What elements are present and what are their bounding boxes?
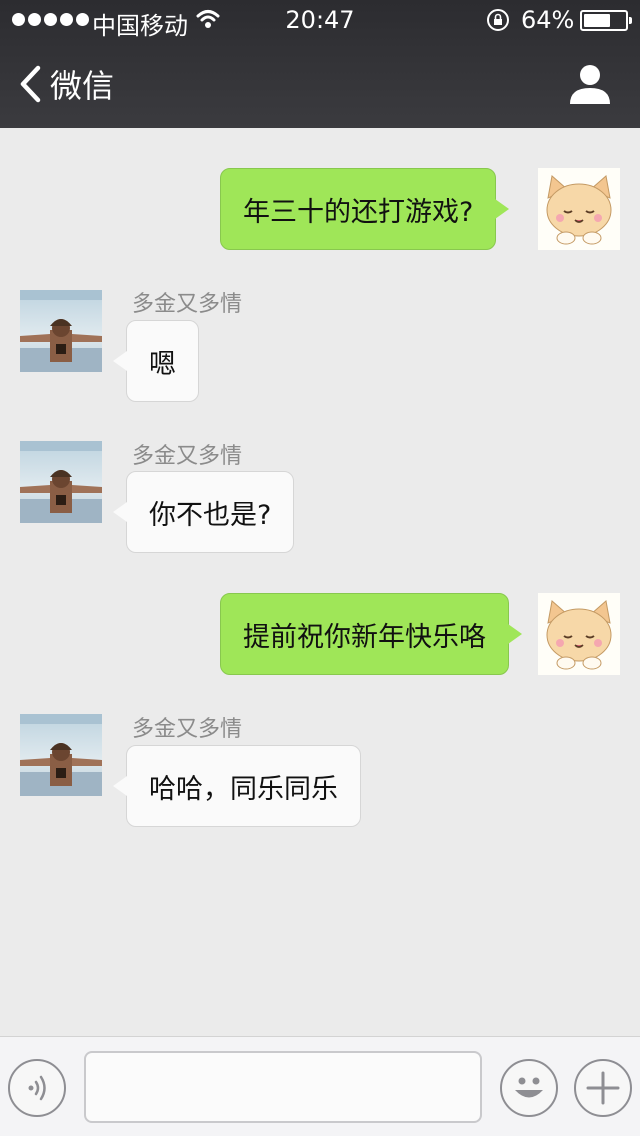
- message-bubble-outgoing[interactable]: 提前祝你新年快乐咯: [220, 593, 522, 675]
- profile-icon[interactable]: [568, 62, 612, 106]
- person-photo-icon: [20, 290, 102, 372]
- rotation-lock-icon: [487, 9, 509, 31]
- voice-icon: [28, 1075, 46, 1101]
- cat-avatar-icon: [546, 600, 612, 670]
- my-avatar[interactable]: [538, 593, 620, 675]
- more-button[interactable]: [574, 1059, 632, 1117]
- message-text: 嗯: [149, 348, 176, 380]
- message-text: 年三十的还打游戏?: [243, 196, 474, 228]
- contact-avatar[interactable]: [20, 714, 102, 796]
- my-avatar[interactable]: [538, 168, 620, 250]
- contact-avatar[interactable]: [20, 441, 102, 523]
- sender-name: 多金又多情: [132, 292, 243, 317]
- back-button[interactable]: 微信: [18, 62, 114, 106]
- message-text: 你不也是?: [149, 499, 272, 531]
- nav-bar: 微信: [0, 40, 640, 128]
- message-text: 哈哈，同乐同乐: [149, 773, 338, 805]
- battery-percent: 64%: [521, 6, 575, 34]
- emoji-icon: [515, 1077, 543, 1098]
- message-input[interactable]: [84, 1051, 482, 1123]
- back-button-label: 微信: [50, 67, 115, 105]
- plus-icon: [586, 1071, 620, 1105]
- battery-icon: [580, 10, 632, 31]
- message-bubble-outgoing[interactable]: 年三十的还打游戏?: [220, 168, 510, 250]
- back-chevron-icon: [20, 65, 41, 103]
- status-bar: 中国移动 20:47 64%: [0, 0, 640, 40]
- chat-area[interactable]: 年三十的还打游戏? 多金又多情 嗯 多金又多情 你不也是? 提前祝你新年快乐咯 …: [0, 128, 640, 1036]
- input-bar: [0, 1036, 640, 1136]
- message-bubble-incoming[interactable]: 你不也是?: [112, 471, 295, 553]
- top-bar: 中国移动 20:47 64% 微信: [0, 0, 640, 128]
- contact-avatar[interactable]: [20, 290, 102, 372]
- sender-name: 多金又多情: [132, 444, 243, 469]
- message-bubble-incoming[interactable]: 嗯: [113, 320, 199, 402]
- person-photo-icon: [20, 441, 102, 523]
- voice-button[interactable]: [8, 1059, 66, 1117]
- cat-avatar-icon: [546, 175, 612, 245]
- sender-name: 多金又多情: [132, 717, 243, 742]
- message-bubble-incoming[interactable]: 哈哈，同乐同乐: [113, 745, 361, 827]
- message-text: 提前祝你新年快乐咯: [243, 621, 486, 653]
- emoji-button[interactable]: [500, 1059, 558, 1117]
- person-photo-icon: [20, 714, 102, 796]
